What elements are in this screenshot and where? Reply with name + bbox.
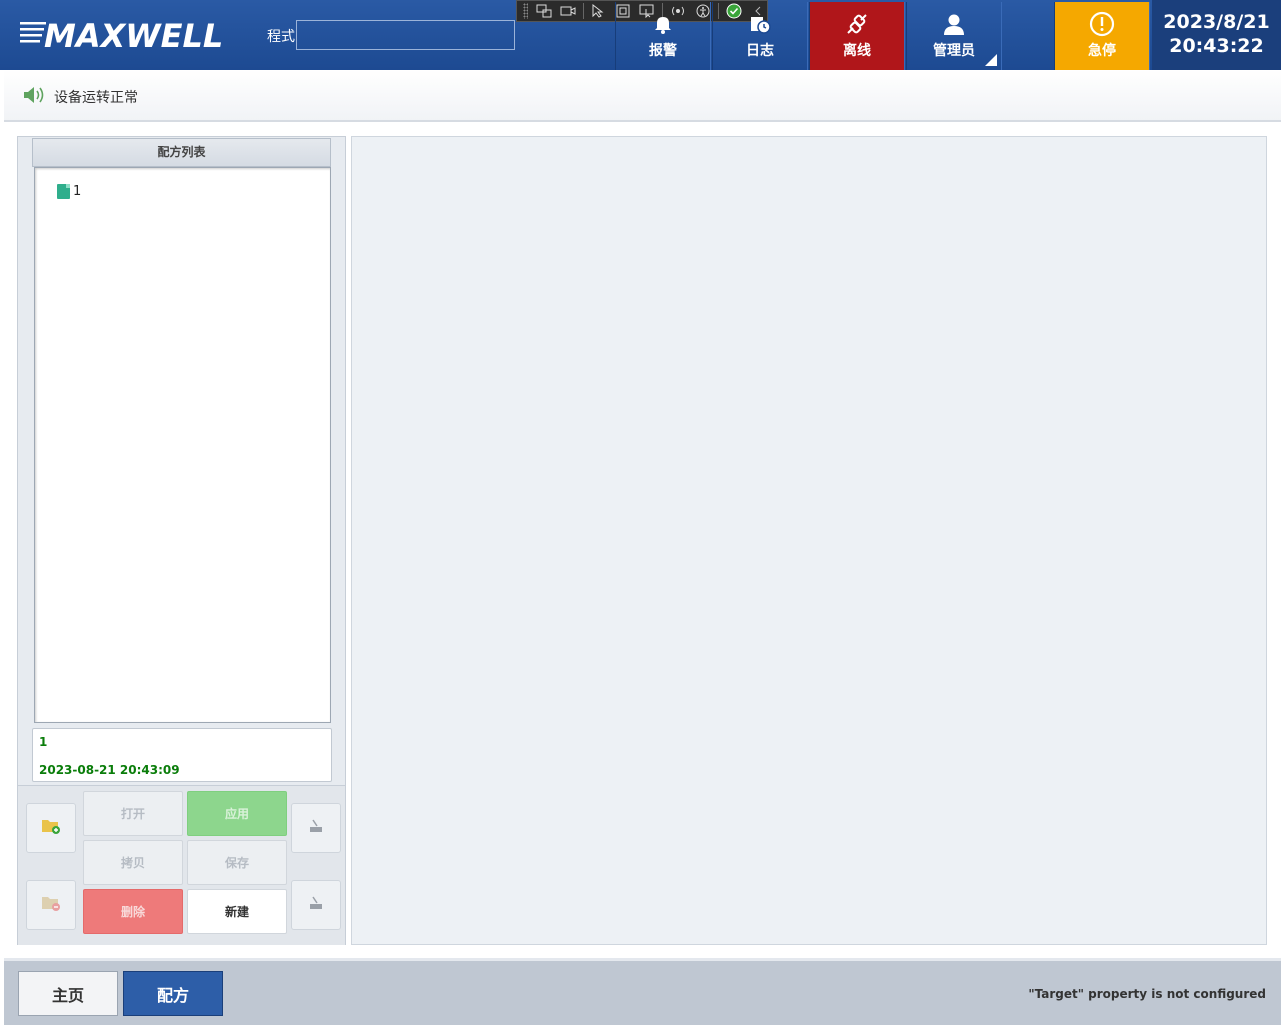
offline-button[interactable]: 离线: [809, 2, 905, 70]
status-text: 设备运转正常: [54, 90, 138, 106]
select-element-icon[interactable]: [590, 2, 608, 20]
recipe-list-header: 配方列表: [32, 138, 331, 167]
recipe-list[interactable]: 1: [34, 167, 331, 723]
emergency-stop-button[interactable]: 急停: [1054, 2, 1150, 70]
speaker-icon: [22, 84, 46, 110]
program-label: 程式: [267, 29, 295, 45]
dropdown-corner-icon: [985, 54, 997, 66]
new-button[interactable]: 新建: [187, 889, 287, 934]
recipe-file-icon: [57, 184, 70, 199]
new-folder-button[interactable]: [26, 803, 76, 853]
plug-disconnected-icon: [844, 10, 870, 38]
log-clock-icon: [748, 10, 772, 38]
recipe-actions: 打开 应用 拷贝 保存 删除 新建: [18, 785, 345, 945]
log-label: 日志: [746, 43, 774, 59]
import-button[interactable]: [291, 803, 341, 853]
apply-button[interactable]: 应用: [187, 791, 287, 836]
delete-button[interactable]: 删除: [83, 889, 183, 934]
offline-label: 离线: [843, 43, 871, 59]
maxwell-logo: MAXWELL: [20, 17, 223, 54]
live-tree-icon[interactable]: [534, 2, 552, 20]
home-button[interactable]: 主页: [18, 971, 118, 1016]
bell-icon: [652, 10, 674, 38]
folder-remove-icon: [41, 894, 61, 916]
header-bar: MAXWELL 程式 报警 日志 离线 管理员 急停 2023/8/21 20:…: [0, 0, 1281, 70]
alarm-button[interactable]: 报警: [615, 2, 711, 70]
save-button[interactable]: 保存: [187, 840, 287, 885]
selected-recipe-date: 2023-08-21 20:43:09: [39, 763, 180, 777]
import-tray-icon: [308, 818, 324, 838]
open-button[interactable]: 打开: [83, 791, 183, 836]
grip-icon[interactable]: [523, 3, 529, 19]
alarm-label: 报警: [649, 43, 677, 59]
delete-folder-button[interactable]: [26, 880, 76, 930]
estop-label: 急停: [1088, 43, 1116, 59]
camera-icon[interactable]: [559, 2, 577, 20]
warning-circle-icon: [1089, 10, 1115, 38]
program-input[interactable]: [296, 20, 515, 50]
clock: 2023/8/21 20:43:22: [1152, 0, 1281, 70]
folder-add-icon: [41, 817, 61, 839]
footer-message: "Target" property is not configured: [1028, 987, 1266, 1001]
list-item-label: 1: [73, 184, 82, 199]
user-label: 管理员: [933, 43, 975, 59]
list-item[interactable]: 1: [57, 184, 81, 199]
copy-button[interactable]: 拷贝: [83, 840, 183, 885]
log-button[interactable]: 日志: [712, 2, 808, 70]
footer-bar: 主页 配方 "Target" property is not configure…: [4, 958, 1281, 1025]
recipe-panel: 配方列表 1 1 2023-08-21 20:43:09 打开 应用 拷贝 保存…: [17, 136, 346, 945]
user-button[interactable]: 管理员: [906, 2, 1002, 70]
user-icon: [942, 10, 966, 38]
export-button[interactable]: [291, 880, 341, 930]
recipe-button[interactable]: 配方: [123, 971, 223, 1016]
clock-date: 2023/8/21: [1163, 11, 1270, 33]
export-tray-icon: [308, 895, 324, 915]
clock-time: 20:43:22: [1169, 35, 1264, 57]
status-bar: 设备运转正常: [4, 70, 1281, 122]
recipe-info-box: 1 2023-08-21 20:43:09: [32, 728, 332, 782]
recipe-detail-panel: [351, 136, 1267, 945]
main-area: 配方列表 1 1 2023-08-21 20:43:09 打开 应用 拷贝 保存…: [4, 122, 1281, 958]
selected-recipe-name: 1: [39, 735, 48, 749]
svg-text:MAXWELL: MAXWELL: [44, 17, 223, 54]
